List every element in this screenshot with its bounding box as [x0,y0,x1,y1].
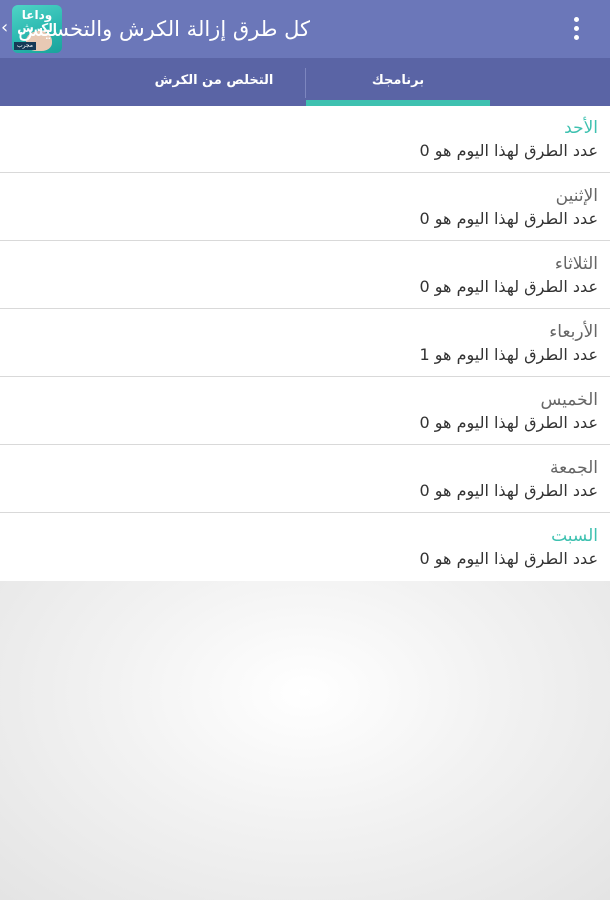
day-row-wednesday[interactable]: الأربعاء عدد الطرق لهذا اليوم هو 1 [0,310,610,377]
day-method-count: عدد الطرق لهذا اليوم هو 1 [419,345,599,364]
menu-dot [574,35,579,40]
day-row-tuesday[interactable]: الثلاثاء عدد الطرق لهذا اليوم هو 0 [0,242,610,309]
app-bar: ‹ وداعا الكرش مجرب كل طرق إزالة الكرش وا… [0,0,610,58]
day-name: الجمعة [549,458,598,478]
day-method-count: عدد الطرق لهذا اليوم هو 0 [419,413,599,432]
tab-your-program[interactable]: برنامجك [306,58,490,106]
days-list: الأحد عدد الطرق لهذا اليوم هو 0 الإثنين … [0,106,610,581]
day-name: الأربعاء [549,322,598,342]
app-title: كل طرق إزالة الكرش والتخسيس [18,17,310,41]
menu-dot [574,26,579,31]
empty-background [0,581,610,900]
menu-dot [574,17,579,22]
day-method-count: عدد الطرق لهذا اليوم هو 0 [419,277,599,296]
day-name: الخميس [540,390,598,410]
day-name: الأحد [564,118,598,138]
day-method-count: عدد الطرق لهذا اليوم هو 0 [419,481,599,500]
tab-divider [305,68,306,98]
day-name: الثلاثاء [554,254,598,274]
back-chevron-icon[interactable]: ‹ [1,18,8,38]
day-method-count: عدد الطرق لهذا اليوم هو 0 [419,549,599,568]
tab-get-rid-of-belly[interactable]: التخلص من الكرش [122,58,306,106]
day-row-monday[interactable]: الإثنين عدد الطرق لهذا اليوم هو 0 [0,174,610,241]
overflow-menu-icon[interactable] [566,16,586,42]
day-method-count: عدد الطرق لهذا اليوم هو 0 [419,141,599,160]
day-row-saturday[interactable]: السبت عدد الطرق لهذا اليوم هو 0 [0,514,610,581]
day-row-sunday[interactable]: الأحد عدد الطرق لهذا اليوم هو 0 [0,106,610,173]
day-method-count: عدد الطرق لهذا اليوم هو 0 [419,209,599,228]
tab-bar: برنامجك التخلص من الكرش [0,58,610,106]
day-row-friday[interactable]: الجمعة عدد الطرق لهذا اليوم هو 0 [0,446,610,513]
day-name: الإثنين [555,186,598,206]
day-name: السبت [551,526,598,546]
day-row-thursday[interactable]: الخميس عدد الطرق لهذا اليوم هو 0 [0,378,610,445]
